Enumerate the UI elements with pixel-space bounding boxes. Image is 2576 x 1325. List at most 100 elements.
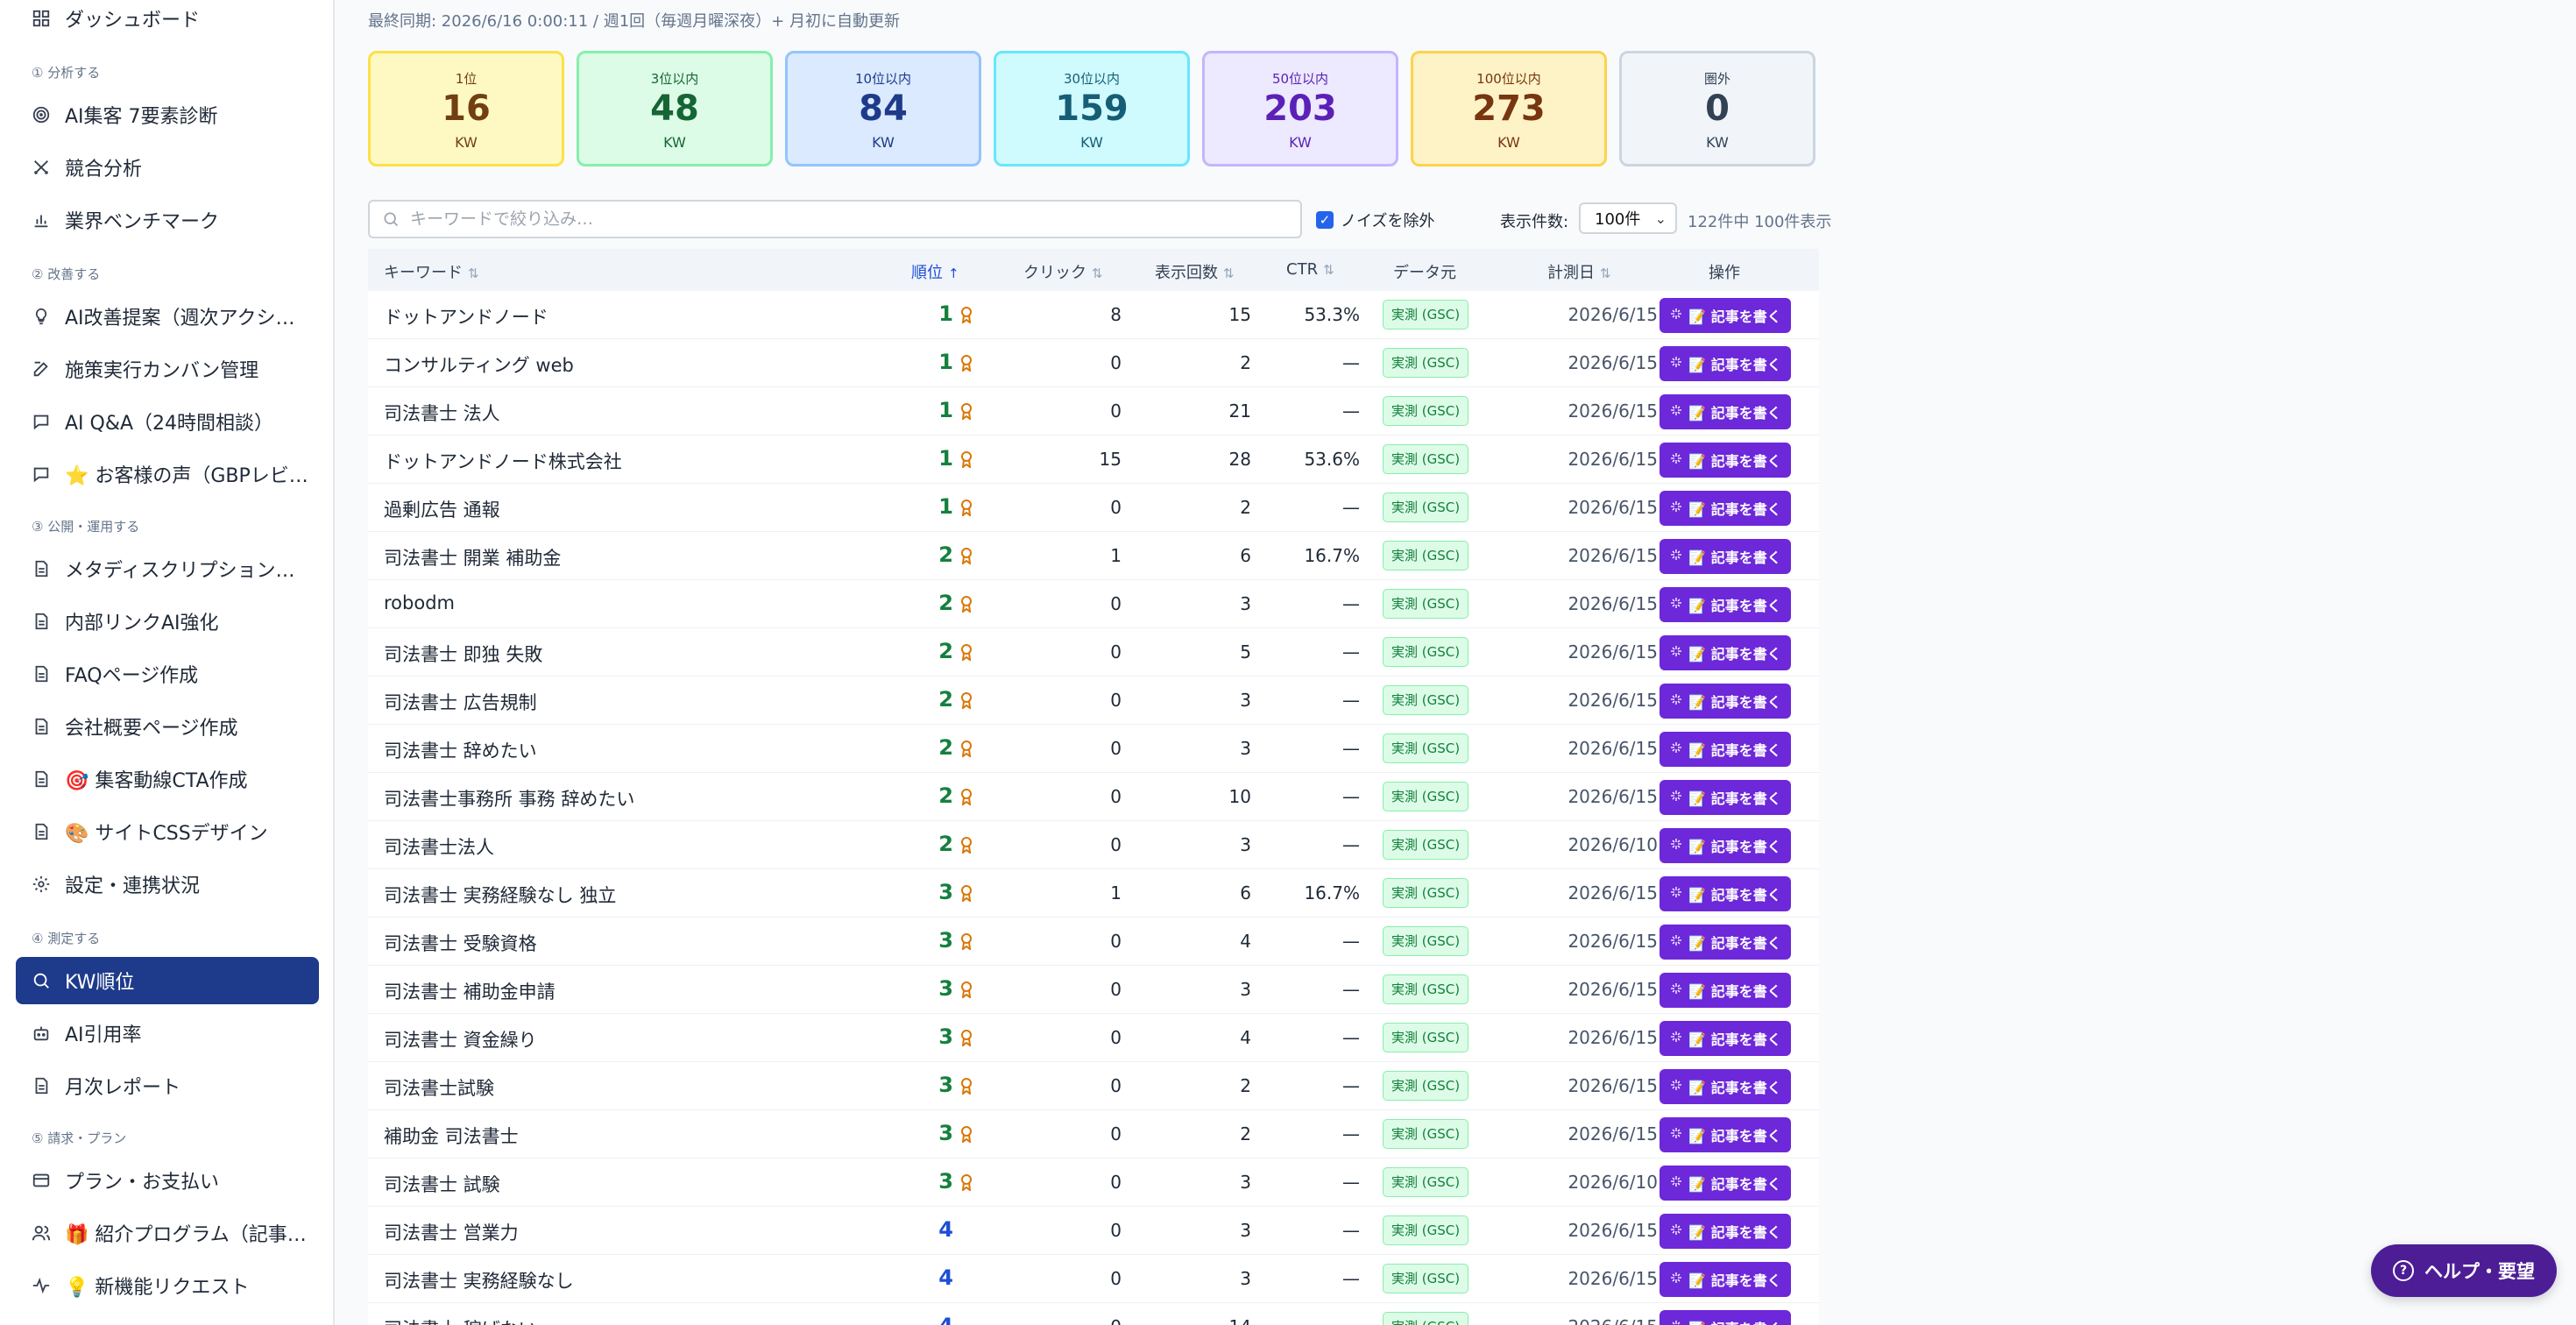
write-article-button[interactable]: 📝 記事を書く <box>1660 394 1791 429</box>
source-badge: 実測 (GSC) <box>1383 492 1468 522</box>
table-row: 司法書士 開業 補助金 2 1 6 16.7% 実測 (GSC) 2026/6/15 📝 記事… <box>368 532 1819 580</box>
table-row: 司法書士 法人 1 0 21 — 実測 (GSC) 2026/6/15 📝 記事を書く <box>368 387 1819 436</box>
col-keyword[interactable]: キーワード ⇅ <box>384 260 479 283</box>
write-article-button[interactable]: 📝 記事を書く <box>1660 491 1791 526</box>
write-article-button[interactable]: 📝 記事を書く <box>1660 1214 1791 1249</box>
source-badge: 実測 (GSC) <box>1383 926 1468 956</box>
date-cell: 2026/6/15 <box>1568 786 1658 807</box>
write-article-label: 📝 記事を書く <box>1688 1224 1781 1241</box>
write-article-button[interactable]: 📝 記事を書く <box>1660 1117 1791 1152</box>
sidebar-item[interactable]: FAQページ作成 <box>16 650 319 698</box>
write-article-label: 📝 記事を書く <box>1688 983 1781 1000</box>
table-row: 補助金 司法書士 3 0 2 — 実測 (GSC) 2026/6/15 📝 記事を書く <box>368 1110 1819 1158</box>
write-article-button[interactable]: 📝 記事を書く <box>1660 1021 1791 1056</box>
col-clicks[interactable]: クリック ⇅ <box>1023 260 1103 283</box>
sidebar-item[interactable]: 設定・連携状況 <box>16 861 319 908</box>
impressions-cell: 3 <box>1240 1268 1251 1289</box>
write-article-button[interactable]: 📝 記事を書く <box>1660 732 1791 767</box>
write-article-button[interactable]: 📝 記事を書く <box>1660 780 1791 815</box>
date-cell: 2026/6/15 <box>1568 497 1658 518</box>
sidebar-item[interactable]: AI集客 7要素診断 <box>16 91 319 138</box>
document-icon <box>32 717 51 736</box>
rank-stat-card[interactable]: 30位以内 159 KW <box>994 51 1190 167</box>
sidebar-item[interactable]: 💡 新機能リクエスト <box>16 1262 319 1309</box>
write-article-button[interactable]: 📝 記事を書く <box>1660 635 1791 670</box>
write-article-button[interactable]: 📝 記事を書く <box>1660 876 1791 911</box>
sidebar-item[interactable]: 月次レポート <box>16 1062 319 1109</box>
col-date[interactable]: 計測日 ⇅ <box>1547 260 1611 283</box>
source-badge: 実測 (GSC) <box>1383 348 1468 378</box>
sidebar-item[interactable]: ⭐ お客様の声（GBPレビュー） <box>16 450 319 498</box>
document-icon <box>32 559 51 578</box>
sidebar-item[interactable]: 施策実行カンバン管理 <box>16 345 319 393</box>
rank-stat-card[interactable]: 100位以内 273 KW <box>1411 51 1607 167</box>
search-box[interactable] <box>368 200 1302 238</box>
write-article-button[interactable]: 📝 記事を書く <box>1660 587 1791 622</box>
sidebar-item-label: 🎨 サイトCSSデザイン <box>65 823 268 845</box>
perpage-select[interactable]: 100件 ⌄ <box>1579 202 1677 234</box>
write-article-button[interactable]: 📝 記事を書く <box>1660 925 1791 960</box>
write-article-button[interactable]: 📝 記事を書く <box>1660 1262 1791 1297</box>
sparkle-icon <box>1669 1126 1688 1144</box>
sidebar-item[interactable]: 会社概要ページ作成 <box>16 703 319 750</box>
col-ctr[interactable]: CTR ⇅ <box>1286 260 1334 279</box>
write-article-button[interactable]: 📝 記事を書く <box>1660 1310 1791 1325</box>
write-article-button[interactable]: 📝 記事を書く <box>1660 973 1791 1008</box>
write-article-button[interactable]: 📝 記事を書く <box>1660 828 1791 863</box>
write-article-button[interactable]: 📝 記事を書く <box>1660 443 1791 478</box>
lightbulb-icon <box>32 307 51 326</box>
checkbox-checked-icon[interactable]: ✓ <box>1316 211 1334 229</box>
write-article-button[interactable]: 📝 記事を書く <box>1660 1069 1791 1104</box>
keyword-search-input[interactable] <box>410 209 1286 229</box>
sidebar-item[interactable]: 内部リンクAI強化 <box>16 598 319 645</box>
filter-bar: ✓ ノイズを除外 表示件数: 100件 ⌄ 122件中 100件表示 <box>368 200 1831 238</box>
medal-icon <box>960 740 973 759</box>
rank-stat-card[interactable]: 50位以内 203 KW <box>1202 51 1398 167</box>
write-article-button[interactable]: 📝 記事を書く <box>1660 684 1791 719</box>
rank-stat-card[interactable]: 圏外 0 KW <box>1619 51 1815 167</box>
sidebar-item[interactable]: メタディスクリプション最適化 <box>16 545 319 592</box>
ctr-cell: — <box>1342 1268 1360 1289</box>
write-article-button[interactable]: 📝 記事を書く <box>1660 298 1791 333</box>
keyword-cell: 司法書士 受験資格 <box>384 933 537 954</box>
help-button-label: ヘルプ・要望 <box>2424 1261 2535 1282</box>
stat-value: 84 <box>859 89 908 129</box>
sidebar-item-label: 🎯 集客動線CTA作成 <box>65 770 248 792</box>
sidebar-item[interactable]: KW順位 <box>16 957 319 1004</box>
sidebar-item[interactable]: ダッシュボード <box>16 0 319 42</box>
sidebar-item[interactable]: AI Q&A（24時間相談） <box>16 398 319 445</box>
sidebar-item[interactable]: 🎯 集客動線CTA作成 <box>16 755 319 803</box>
rank-stat-card[interactable]: 1位 16 KW <box>368 51 564 167</box>
sparkle-icon <box>1669 596 1688 613</box>
document-icon <box>32 664 51 684</box>
clicks-cell: 0 <box>1110 1075 1122 1096</box>
rank-cell: 3 <box>938 1121 953 1145</box>
sidebar-item[interactable]: プラン・お支払い <box>16 1157 319 1204</box>
write-article-label: 📝 記事を書く <box>1688 742 1781 759</box>
medal-icon <box>960 499 973 518</box>
sidebar-item[interactable]: AI引用率 <box>16 1010 319 1057</box>
sidebar-item[interactable]: 🎨 サイトCSSデザイン <box>16 808 319 855</box>
date-cell: 2026/6/15 <box>1568 1268 1658 1289</box>
help-button[interactable]: ? ヘルプ・要望 <box>2371 1244 2557 1297</box>
sidebar-item[interactable]: 業界ベンチマーク <box>16 196 319 244</box>
write-article-button[interactable]: 📝 記事を書く <box>1660 539 1791 574</box>
col-rank[interactable]: 順位 ↑ <box>911 260 959 283</box>
col-impressions[interactable]: 表示回数 ⇅ <box>1155 260 1235 283</box>
sidebar-item[interactable]: AI改善提案（週次アクション） <box>16 293 319 340</box>
keyword-cell: 補助金 司法書士 <box>384 1126 519 1147</box>
sidebar-item-label: 施策実行カンバン管理 <box>65 360 259 382</box>
ctr-cell: — <box>1342 979 1360 1000</box>
rank-stat-card[interactable]: 3位以内 48 KW <box>577 51 773 167</box>
date-cell: 2026/6/15 <box>1568 1075 1658 1096</box>
write-article-button[interactable]: 📝 記事を書く <box>1660 346 1791 381</box>
rank-stat-card[interactable]: 10位以内 84 KW <box>785 51 981 167</box>
sidebar-item[interactable]: 🎁 紹介プログラム（記事1本無料） <box>16 1209 319 1257</box>
clicks-cell: 0 <box>1110 400 1122 422</box>
noise-filter-toggle[interactable]: ✓ ノイズを除外 <box>1316 209 1434 231</box>
write-article-button[interactable]: 📝 記事を書く <box>1660 1166 1791 1201</box>
sidebar-item-label: メタディスクリプション最適化 <box>65 560 310 582</box>
sparkle-icon <box>1669 403 1688 421</box>
sidebar-item[interactable]: 競合分析 <box>16 144 319 191</box>
sparkle-icon <box>1669 1030 1688 1047</box>
